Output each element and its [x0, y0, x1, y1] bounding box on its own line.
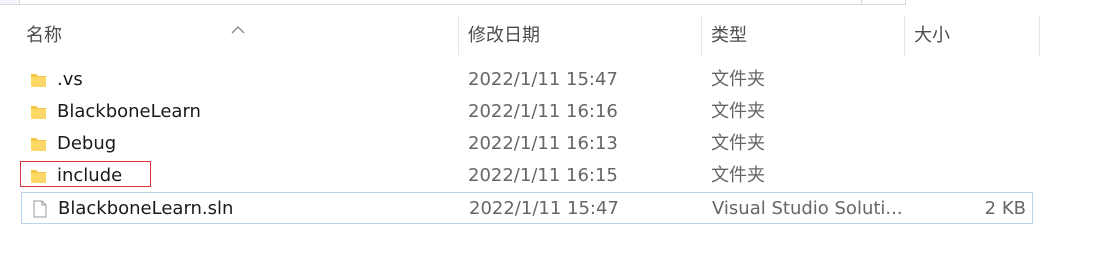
file-row-debug[interactable]: Debug 2022/1/11 16:13 文件夹	[21, 128, 1033, 160]
file-type: 文件夹	[711, 133, 765, 154]
file-row-blackbonelearn-sln[interactable]: BlackboneLearn.sln 2022/1/11 15:47 Visua…	[21, 192, 1033, 224]
file-date-modified: 2022/1/11 15:47	[469, 198, 619, 219]
file-date-modified: 2022/1/11 16:13	[468, 133, 618, 154]
file-icon	[33, 200, 47, 218]
toolbar-segment	[20, 0, 862, 5]
folder-icon	[31, 138, 46, 151]
file-type: 文件夹	[711, 101, 765, 122]
file-type: 文件夹	[711, 165, 765, 186]
file-name: BlackboneLearn	[57, 101, 201, 122]
file-name: .vs	[57, 69, 83, 90]
column-header-date-modified[interactable]: 修改日期	[468, 15, 698, 55]
column-divider[interactable]	[458, 15, 459, 55]
column-divider[interactable]	[1039, 15, 1040, 55]
column-divider[interactable]	[701, 15, 702, 55]
folder-icon	[31, 170, 46, 183]
column-header-name[interactable]: 名称	[26, 15, 456, 55]
file-date-modified: 2022/1/11 16:16	[468, 101, 618, 122]
toolbar-segment	[0, 0, 20, 5]
chevron-up-icon	[231, 26, 245, 34]
file-size: 2 KB	[984, 198, 1026, 219]
column-header-type[interactable]: 类型	[711, 15, 901, 55]
file-row-include[interactable]: include 2022/1/11 16:15 文件夹	[21, 160, 1033, 192]
column-header-size[interactable]: 大小	[914, 15, 1034, 55]
file-type: 文件夹	[711, 69, 765, 90]
folder-icon	[31, 106, 46, 119]
file-name: include	[57, 165, 123, 186]
file-row-vs[interactable]: .vs 2022/1/11 15:47 文件夹	[21, 64, 1033, 96]
top-toolbar-edge	[0, 0, 1118, 6]
file-row-blackbonelearn[interactable]: BlackboneLearn 2022/1/11 16:16 文件夹	[21, 96, 1033, 128]
column-header-row: 名称 修改日期 类型 大小	[0, 15, 1118, 55]
folder-icon	[31, 74, 46, 87]
file-name: Debug	[57, 133, 117, 154]
file-name: BlackboneLearn.sln	[58, 198, 234, 219]
toolbar-segment	[862, 0, 906, 5]
file-type: Visual Studio Soluti...	[712, 198, 903, 219]
file-date-modified: 2022/1/11 16:15	[468, 165, 618, 186]
file-date-modified: 2022/1/11 15:47	[468, 69, 618, 90]
column-divider[interactable]	[904, 15, 905, 55]
